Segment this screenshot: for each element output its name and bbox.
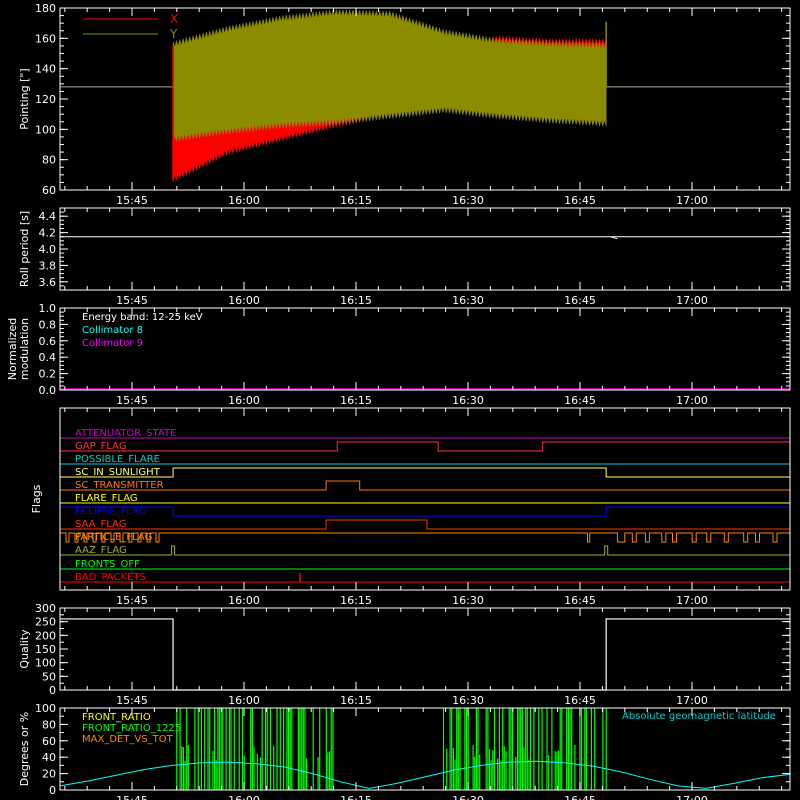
panel-1-ylabel: Roll period [s] [18, 211, 31, 287]
panel-4-xtick-label: 17:00 [676, 694, 708, 707]
panel-4-ylabel: Quality [18, 629, 31, 669]
flag-label: AAZ_FLAG [75, 545, 127, 556]
panel-2-ytick-label: 0.2 [39, 368, 57, 381]
panel-1-ytick-label: 4.4 [39, 210, 57, 223]
panel-5-ytick-label: 100 [35, 702, 56, 715]
panel-5-xtick-label: 15:45 [116, 794, 148, 800]
flag-label: FLARE_FLAG [75, 493, 138, 504]
panel-0-xtick-label: 16:15 [340, 194, 372, 207]
panel-5-xtick-label: 17:00 [676, 794, 708, 800]
ratio-legend-1: FRONT_RATIO_1225 [82, 723, 181, 734]
panel-3-ylabel: Flags [30, 484, 43, 513]
panel-2-xtick-label: 16:30 [452, 394, 484, 407]
panel-5-xtick-label: 16:15 [340, 794, 372, 800]
modulation-annotation: Energy band: 12-25 keV [82, 312, 203, 323]
panel-2-ytick-label: 1.0 [39, 302, 57, 315]
panel-2-xtick-label: 15:45 [116, 394, 148, 407]
flag-label: ECLIPSE_FLAG [75, 506, 146, 517]
panel-4-ytick-label: 200 [35, 629, 56, 642]
panel-1-xtick-label: 16:30 [452, 294, 484, 307]
panel-2-xtick-label: 16:45 [564, 394, 596, 407]
flag-label: SAA_FLAG [75, 519, 126, 530]
panel-2-ytick-label: 0.6 [39, 335, 57, 348]
panel-0-ytick-label: 80 [42, 154, 56, 167]
panel-4-ytick-label: 250 [35, 616, 56, 629]
modulation-annotation: Collimator 9 [82, 338, 143, 349]
panel-1-xtick-label: 16:00 [228, 294, 260, 307]
panel-4-ytick-label: 0 [49, 684, 56, 697]
panel-3-xtick-label: 16:00 [228, 594, 260, 607]
panel-3-xtick-label: 17:00 [676, 594, 708, 607]
flag-label: POSSIBLE_FLARE [75, 454, 160, 465]
panel-2-ytick-label: 0.8 [39, 318, 57, 331]
panel-0-xtick-label: 16:45 [564, 194, 596, 207]
panel-5-ylabel: Degrees or % [18, 712, 31, 786]
panel-3-xtick-label: 16:30 [452, 594, 484, 607]
modulation-annotation: Collimator 8 [82, 325, 143, 336]
panel-4-xtick-label: 16:00 [228, 694, 260, 707]
legend-Y-label: Y [169, 27, 178, 41]
panel-4-xtick-label: 15:45 [116, 694, 148, 707]
panel-1-ytick-label: 4.0 [39, 243, 57, 256]
panel-3-xtick-label: 16:15 [340, 594, 372, 607]
panel-5-ytick-label: 40 [42, 751, 56, 764]
flag-label: FRONTS_OFF [75, 559, 140, 570]
flag-label: SC_TRANSMITTER [75, 480, 164, 491]
panel-3-xtick-label: 15:45 [116, 594, 148, 607]
panel-0-ytick-label: 180 [35, 2, 56, 15]
panel-1-xtick-label: 15:45 [116, 294, 148, 307]
panel-5-ytick-label: 20 [42, 768, 56, 781]
panel-0-ytick-label: 100 [35, 123, 56, 136]
flag-label: ATTENUATOR_STATE [75, 428, 176, 439]
panel-2-xtick-label: 16:15 [340, 394, 372, 407]
panel-4-xtick-label: 16:45 [564, 694, 596, 707]
panel-0-ytick-label: 160 [35, 32, 56, 45]
panel-0-ytick-label: 60 [42, 184, 56, 197]
panel-0-xtick-label: 16:30 [452, 194, 484, 207]
panel-4-ytick-label: 150 [35, 643, 56, 656]
panel-2-ylabel: modulation [18, 318, 31, 380]
legend-X-label: X [170, 12, 178, 26]
panel-3-xtick-label: 16:45 [564, 594, 596, 607]
flag-label: GAP_FLAG [75, 441, 127, 452]
panel-2-xtick-label: 16:00 [228, 394, 260, 407]
panel-0-xtick-label: 15:45 [116, 194, 148, 207]
panel-0-ylabel: Pointing ["] [18, 68, 31, 129]
panel-1-xtick-label: 16:45 [564, 294, 596, 307]
panel-5-ytick-label: 80 [42, 718, 56, 731]
ratio-legend-0: FRONT_RATIO [82, 712, 151, 723]
panel-1-ytick-label: 4.2 [39, 227, 57, 240]
panel-5-ytick-label: 0 [49, 784, 56, 797]
flag-label: BAD_PACKETS [75, 572, 146, 583]
flag-label: SC_IN_SUNLIGHT [75, 467, 161, 478]
panel-2-ytick-label: 0.0 [39, 384, 57, 397]
panel-1-ytick-label: 3.8 [39, 259, 57, 272]
panel-0-xtick-label: 16:00 [228, 194, 260, 207]
chart-root: 60 80 100 120 140 160 180 Pointing ["] XY 3.6 3.8 4… [0, 0, 800, 800]
latitude-annotation: Absolute geomagnetic latitude [622, 711, 776, 722]
panel-4-ytick-label: 300 [35, 602, 56, 615]
panel-5-xtick-label: 16:30 [452, 794, 484, 800]
panel-4-ytick-label: 100 [35, 657, 56, 670]
panel-4-xtick-label: 16:15 [340, 694, 372, 707]
panel-0-xtick-label: 17:00 [676, 194, 708, 207]
panel-0-ytick-label: 140 [35, 63, 56, 76]
panel-4-ytick-label: 50 [42, 670, 56, 683]
panel-5-xtick-label: 16:00 [228, 794, 260, 800]
panel-5-ytick-label: 60 [42, 735, 56, 748]
panel-2-xtick-label: 17:00 [676, 394, 708, 407]
panel-1-xtick-label: 17:00 [676, 294, 708, 307]
panel-1-xtick-label: 16:15 [340, 294, 372, 307]
panel-5-xtick-label: 16:45 [564, 794, 596, 800]
panel-2-ytick-label: 0.4 [39, 351, 57, 364]
ratio-legend-2: MAX_DET_VS_TOT [82, 734, 174, 745]
panel-4-xtick-label: 16:30 [452, 694, 484, 707]
panel-1-ytick-label: 3.6 [39, 276, 57, 289]
panel-0-ytick-label: 120 [35, 93, 56, 106]
